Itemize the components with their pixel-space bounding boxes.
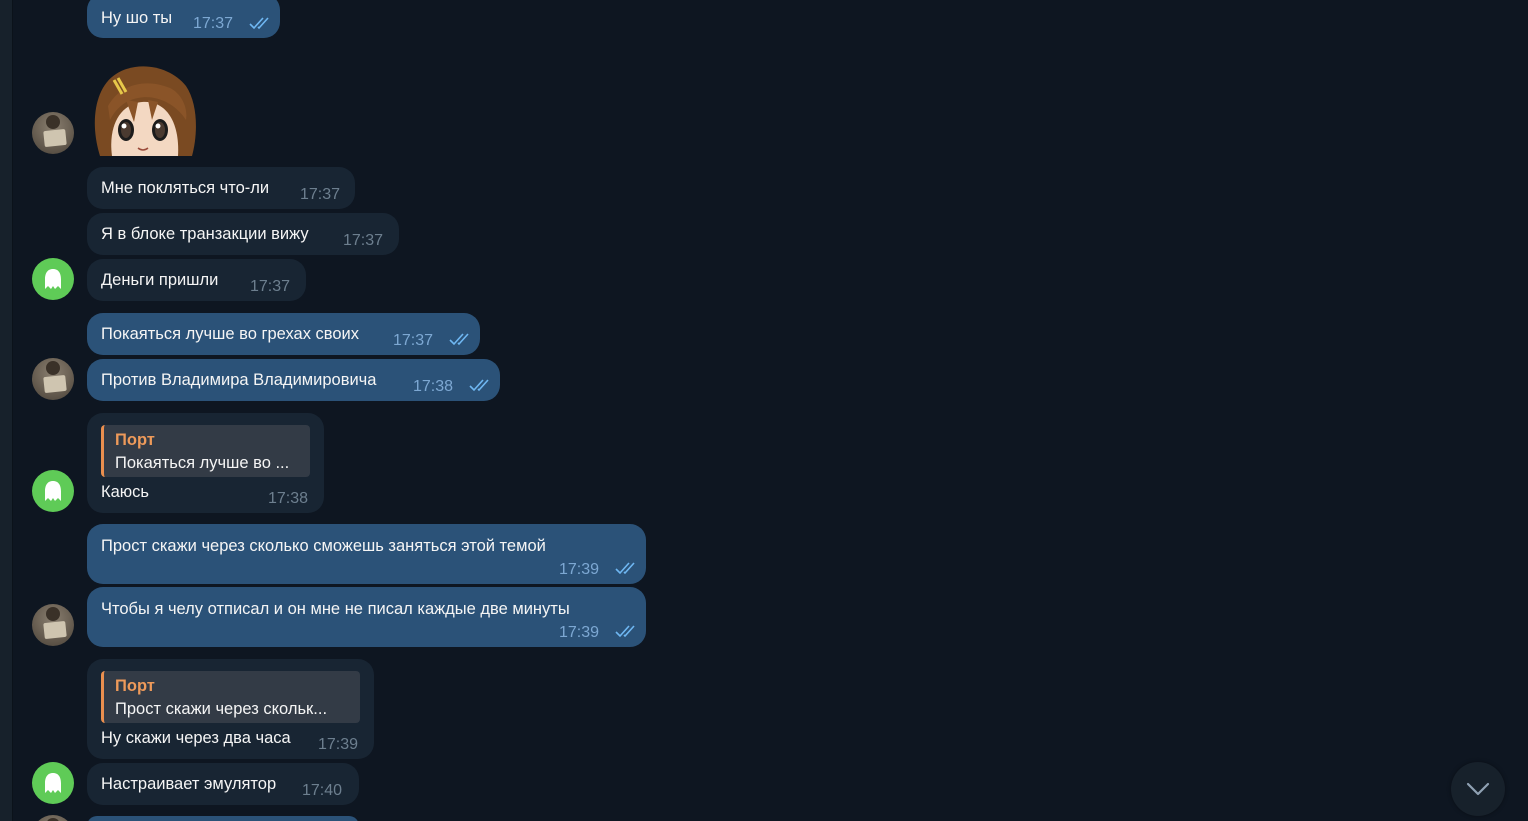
scroll-down-button[interactable]	[1451, 762, 1505, 816]
message-bubble[interactable]: Настраивает эмулятор 17:40	[87, 763, 359, 805]
double-check-icon	[449, 332, 473, 346]
message-text: Ну шо ты	[101, 9, 173, 27]
message-bubble[interactable]: Покаяться лучше во грехах своих 17:37	[87, 313, 480, 355]
avatar[interactable]	[32, 258, 74, 300]
sidebar-edge	[0, 0, 13, 821]
message-time: 17:39	[318, 736, 359, 753]
message-text: Я в блоке транзакции вижу	[101, 225, 309, 243]
message-text: Каюсь	[101, 483, 150, 501]
message-time: 17:40	[302, 782, 343, 799]
message-text: Покаяться лучше во грехах своих	[101, 325, 360, 343]
reply-quote[interactable]: Порт Покаяться лучше во ...	[101, 425, 310, 477]
message-bubble[interactable]: Чтобы я челу отписал и он мне не писал к…	[87, 587, 646, 647]
message-bubble[interactable]: Порт Покаяться лучше во ... Каюсь 17:38	[87, 413, 324, 513]
message-bubble[interactable]: Порт Прост скажи через скольк... Ну скаж…	[87, 659, 374, 759]
ghost-icon	[45, 269, 61, 289]
message-bubble[interactable]: Деньги пришли 17:37	[87, 259, 306, 301]
avatar[interactable]	[32, 604, 74, 646]
avatar[interactable]	[32, 112, 74, 154]
double-check-icon	[249, 16, 273, 30]
message-bubble[interactable]: Против Владимира Владимировича 17:38	[87, 359, 500, 401]
message-time: 17:38	[413, 378, 454, 395]
message-bubble[interactable]: Мне покляться что-ли 17:37	[87, 167, 355, 209]
message-time: 17:37	[300, 186, 341, 203]
reply-author: Порт	[115, 431, 155, 449]
anime-girl-sticker[interactable]	[86, 64, 200, 156]
message-time: 17:37	[343, 232, 384, 249]
message-text: Мне покляться что-ли	[101, 179, 270, 197]
message-time: 17:37	[193, 15, 234, 32]
message-text: Ну скажи через два часа	[101, 729, 291, 747]
message-text: Прост скажи через сколько сможешь занять…	[101, 537, 546, 555]
reply-author: Порт	[115, 677, 155, 695]
message-bubble[interactable]: Ну шо ты 17:37	[87, 0, 280, 38]
ghost-icon	[45, 481, 61, 501]
message-text: Чтобы я челу отписал и он мне не писал к…	[101, 600, 570, 618]
avatar[interactable]	[32, 358, 74, 400]
double-check-icon	[615, 624, 639, 638]
message-time: 17:39	[559, 561, 600, 578]
reply-text: Прост скажи через скольк...	[115, 700, 328, 718]
double-check-icon	[469, 378, 493, 392]
reply-quote[interactable]: Порт Прост скажи через скольк...	[101, 671, 360, 723]
message-text: Против Владимира Владимировича	[101, 371, 377, 389]
reply-text: Покаяться лучше во ...	[115, 454, 290, 472]
chat-history[interactable]: Ну шо ты 17:37 Мне покляться что-ли 17:3…	[0, 0, 1528, 821]
message-time: 17:37	[250, 278, 291, 295]
message-time: 17:37	[393, 332, 434, 349]
avatar[interactable]	[32, 470, 74, 512]
message-time: 17:39	[559, 624, 600, 641]
message-bubble[interactable]	[87, 816, 359, 821]
avatar[interactable]	[32, 762, 74, 804]
avatar[interactable]	[32, 815, 74, 821]
ghost-icon	[45, 773, 61, 793]
message-text: Деньги пришли	[101, 271, 219, 289]
message-time: 17:38	[268, 490, 309, 507]
chevron-down-icon	[1466, 782, 1490, 796]
message-bubble[interactable]: Я в блоке транзакции вижу 17:37	[87, 213, 399, 255]
message-text: Настраивает эмулятор	[101, 775, 277, 793]
double-check-icon	[615, 561, 639, 575]
message-bubble[interactable]: Прост скажи через сколько сможешь занять…	[87, 524, 646, 584]
